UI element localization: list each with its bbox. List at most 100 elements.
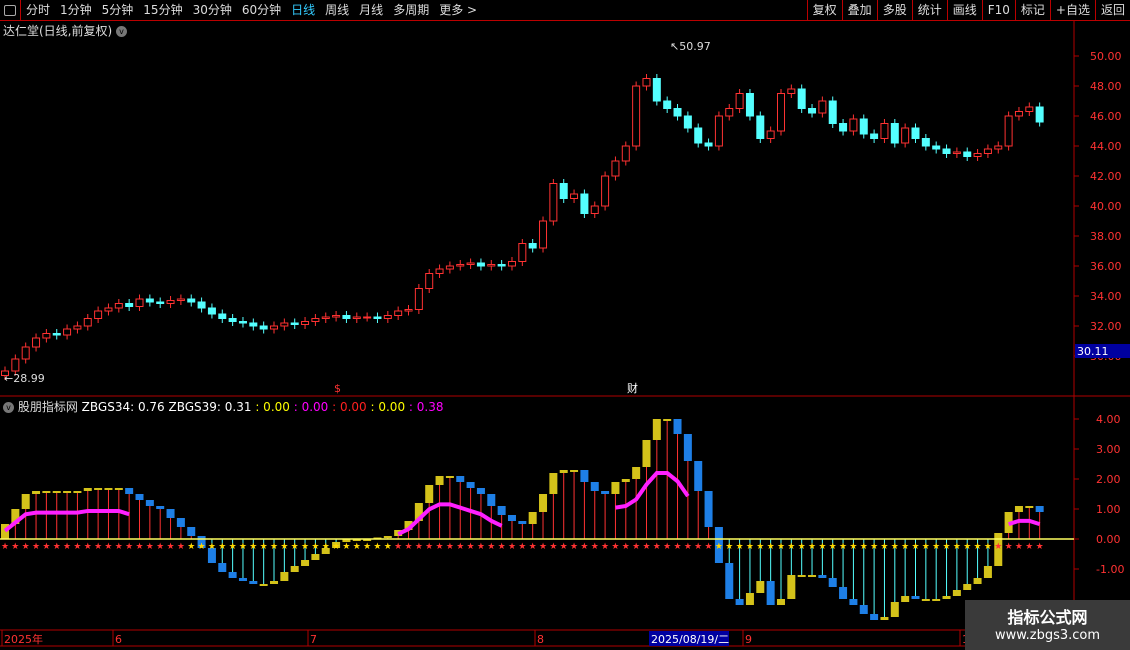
star-marker: ★ — [715, 542, 723, 552]
indicator-bar — [114, 488, 123, 490]
star-marker: ★ — [663, 542, 671, 552]
indicator-bar — [859, 605, 868, 614]
indicator-bar — [570, 470, 579, 472]
star-marker: ★ — [591, 542, 599, 552]
indicator-bar — [218, 563, 227, 572]
indicator-bar — [425, 485, 434, 503]
star-marker: ★ — [870, 542, 878, 552]
indicator-bar — [611, 482, 620, 494]
star-marker: ★ — [1005, 542, 1013, 552]
indicator-bar — [632, 467, 641, 479]
candle — [725, 108, 734, 117]
candle — [921, 138, 930, 147]
indicator-bar — [756, 581, 765, 593]
star-marker: ★ — [311, 542, 319, 552]
indicator-bar — [621, 479, 630, 482]
candle — [859, 118, 868, 135]
star-marker: ★ — [953, 542, 961, 552]
dividend-marker: $ — [334, 382, 341, 395]
indicator-bar — [156, 506, 165, 509]
candle — [187, 298, 196, 303]
star-marker: ★ — [942, 542, 950, 552]
star-marker: ★ — [22, 542, 30, 552]
price-tick-label: 36.00 — [1090, 260, 1122, 273]
star-marker: ★ — [642, 542, 650, 552]
candle — [11, 358, 20, 372]
star-marker: ★ — [798, 542, 806, 552]
indicator-bar — [280, 572, 289, 581]
star-marker: ★ — [63, 542, 71, 552]
star-marker: ★ — [601, 542, 609, 552]
x-tick-label: 2025年 — [4, 632, 43, 646]
price-tick-label: 32.00 — [1090, 320, 1122, 333]
star-marker: ★ — [177, 542, 185, 552]
candle — [466, 262, 475, 265]
indicator-bar — [952, 590, 961, 596]
watermark-url: www.zbgs3.com — [994, 628, 1101, 643]
star-marker: ★ — [229, 542, 237, 552]
candle — [559, 183, 568, 199]
candle — [311, 318, 320, 322]
indicator-bar — [487, 494, 496, 506]
candle — [611, 160, 620, 177]
candle — [207, 307, 216, 315]
star-marker: ★ — [487, 542, 495, 552]
candle — [942, 148, 951, 154]
star-marker: ★ — [322, 542, 330, 552]
indicator-bar — [270, 581, 279, 584]
candle — [704, 142, 713, 147]
candle — [756, 115, 765, 139]
chart-canvas[interactable]: 50.00 48.00 46.00 44.00 42.00 40.00 38.00 36.00… — [0, 0, 1130, 650]
star-marker: ★ — [891, 542, 899, 552]
star-marker: ★ — [125, 542, 133, 552]
candle — [476, 262, 485, 267]
star-marker: ★ — [880, 542, 888, 552]
star-marker: ★ — [32, 542, 40, 552]
indicator-bar — [963, 584, 972, 590]
indicator-bar — [466, 482, 475, 488]
star-marker: ★ — [829, 542, 837, 552]
star-marker: ★ — [1, 542, 9, 552]
indicator-bar — [539, 494, 548, 512]
star-marker: ★ — [580, 542, 588, 552]
star-marker: ★ — [425, 542, 433, 552]
candle — [1004, 115, 1013, 147]
candle — [94, 310, 103, 319]
indicator-bar — [166, 509, 175, 518]
candle — [808, 108, 817, 114]
indicator-bar — [435, 476, 444, 485]
indicator-bar — [445, 476, 454, 478]
candle — [487, 264, 496, 267]
candle — [518, 243, 527, 262]
price-tick-label: 38.00 — [1090, 230, 1122, 243]
indicator-bar — [135, 494, 144, 500]
current-price-label: 30.11 — [1077, 345, 1109, 358]
candle — [404, 309, 413, 312]
star-marker: ★ — [394, 542, 402, 552]
star-marker: ★ — [239, 542, 247, 552]
indicator-bar — [104, 488, 113, 490]
star-marker: ★ — [456, 542, 464, 552]
price-tick-label: 50.00 — [1090, 50, 1122, 63]
indicator-bar — [870, 614, 879, 620]
price-tick-label: 48.00 — [1090, 80, 1122, 93]
star-marker: ★ — [767, 542, 775, 552]
candle — [352, 316, 361, 319]
indicator-tick-label: 0.00 — [1096, 533, 1121, 546]
candle — [42, 333, 51, 339]
candle — [290, 322, 299, 325]
indicator-bar — [776, 599, 785, 605]
star-marker: ★ — [477, 542, 485, 552]
indicator-bar — [921, 599, 930, 601]
star-marker: ★ — [73, 542, 81, 552]
star-marker: ★ — [260, 542, 268, 552]
candle — [342, 315, 351, 319]
candle — [766, 130, 775, 139]
high-label: ↖50.97 — [670, 40, 711, 53]
indicator-bar — [42, 491, 51, 493]
candle — [228, 318, 237, 322]
candle — [445, 265, 454, 270]
candle — [714, 115, 723, 147]
x-tick-label: 9 — [745, 633, 752, 646]
candle — [321, 316, 330, 319]
